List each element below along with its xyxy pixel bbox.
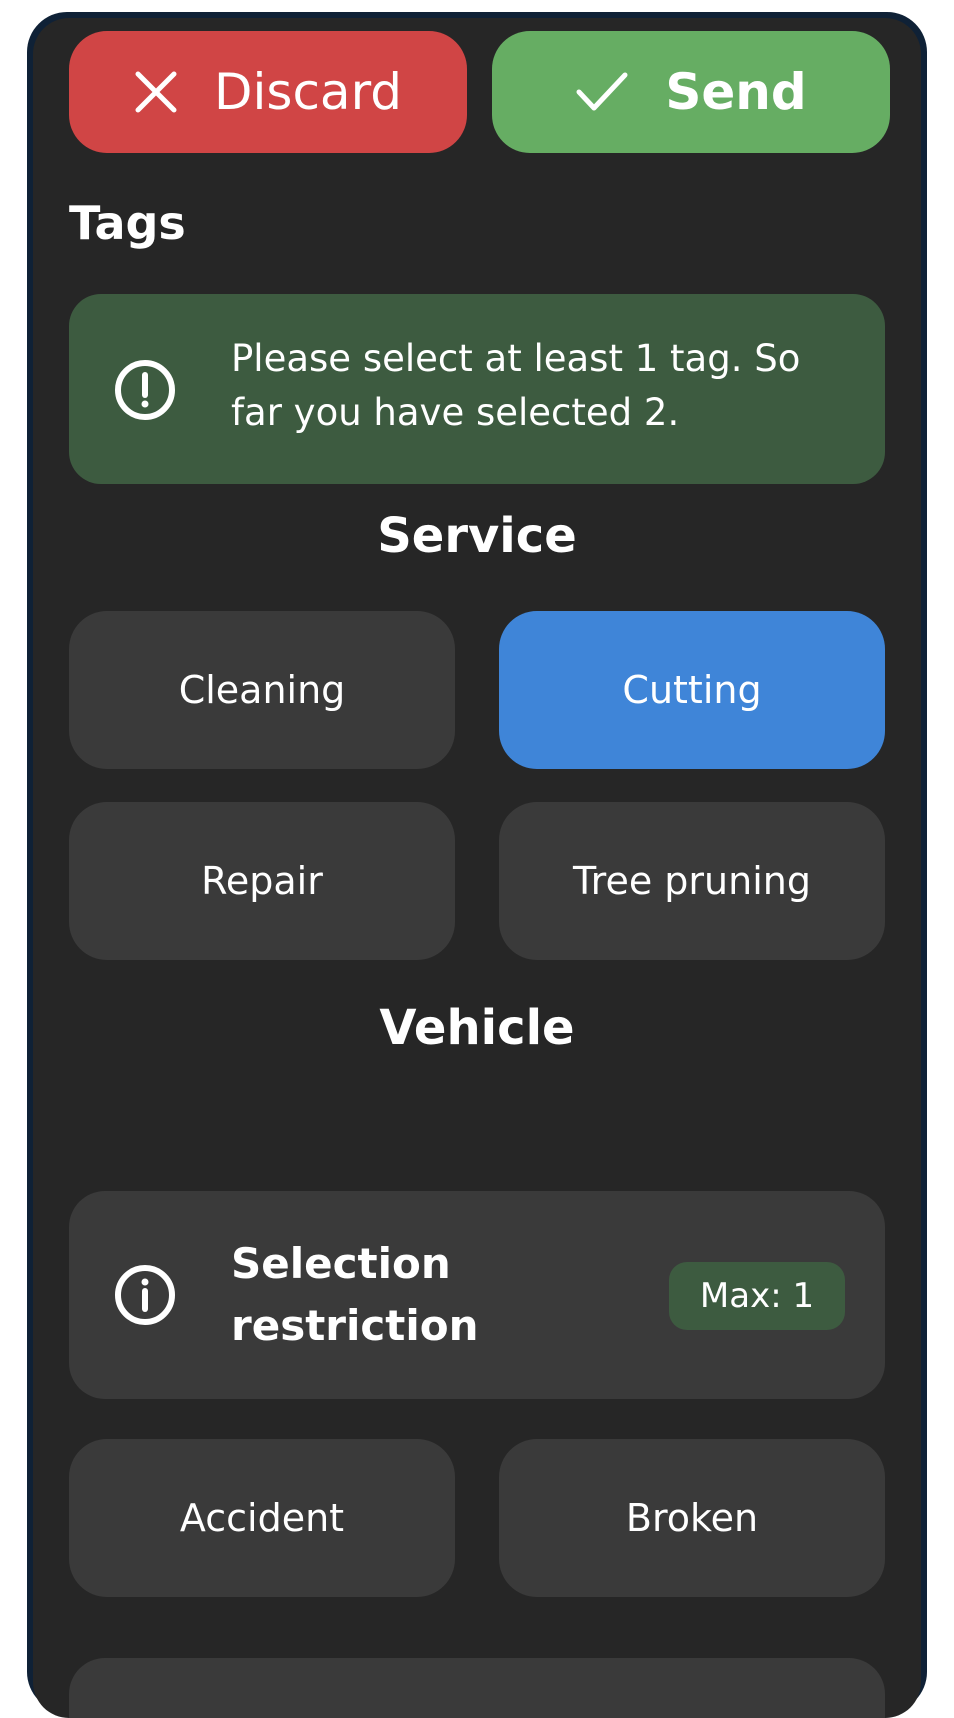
check-icon bbox=[575, 70, 629, 114]
group-title-vehicle: Vehicle bbox=[379, 1000, 575, 1056]
discard-button[interactable]: Discard bbox=[69, 31, 467, 153]
tag-requirement-notice: Please select at least 1 tag. So far you… bbox=[69, 294, 885, 484]
max-badge: Max: 1 bbox=[669, 1262, 845, 1330]
tag-label: Cleaning bbox=[178, 668, 346, 712]
tag-label: Broken bbox=[625, 1496, 759, 1540]
send-button[interactable]: Send bbox=[492, 31, 890, 153]
tag-repair[interactable]: Repair bbox=[69, 802, 455, 960]
tag-accident[interactable]: Accident bbox=[69, 1439, 455, 1597]
tag-broken[interactable]: Broken bbox=[499, 1439, 885, 1597]
notice-text: Please select at least 1 tag. So far you… bbox=[231, 337, 801, 434]
send-label: Send bbox=[665, 63, 807, 121]
tag-cleaning[interactable]: Cleaning bbox=[69, 611, 455, 769]
tag-tree-pruning[interactable]: Tree pruning bbox=[499, 802, 885, 960]
partially-visible-tile[interactable] bbox=[69, 1658, 885, 1718]
close-icon bbox=[134, 70, 178, 114]
info-circle-icon bbox=[113, 1263, 177, 1331]
selection-restriction-card: Selection restriction Max: 1 bbox=[69, 1191, 885, 1399]
discard-label: Discard bbox=[214, 63, 402, 121]
tag-cutting[interactable]: Cutting bbox=[499, 611, 885, 769]
tag-selection-screen: Discard Send Tags Please select at least… bbox=[33, 18, 921, 1718]
tag-label: Repair bbox=[201, 859, 323, 903]
restriction-title: Selection restriction bbox=[231, 1239, 479, 1350]
tag-label: Accident bbox=[179, 1496, 345, 1540]
alert-circle-icon bbox=[113, 358, 177, 426]
tags-title: Tags bbox=[69, 196, 186, 250]
tag-label: Tree pruning bbox=[573, 859, 811, 903]
group-title-service: Service bbox=[377, 508, 577, 564]
tag-label: Cutting bbox=[622, 668, 762, 712]
